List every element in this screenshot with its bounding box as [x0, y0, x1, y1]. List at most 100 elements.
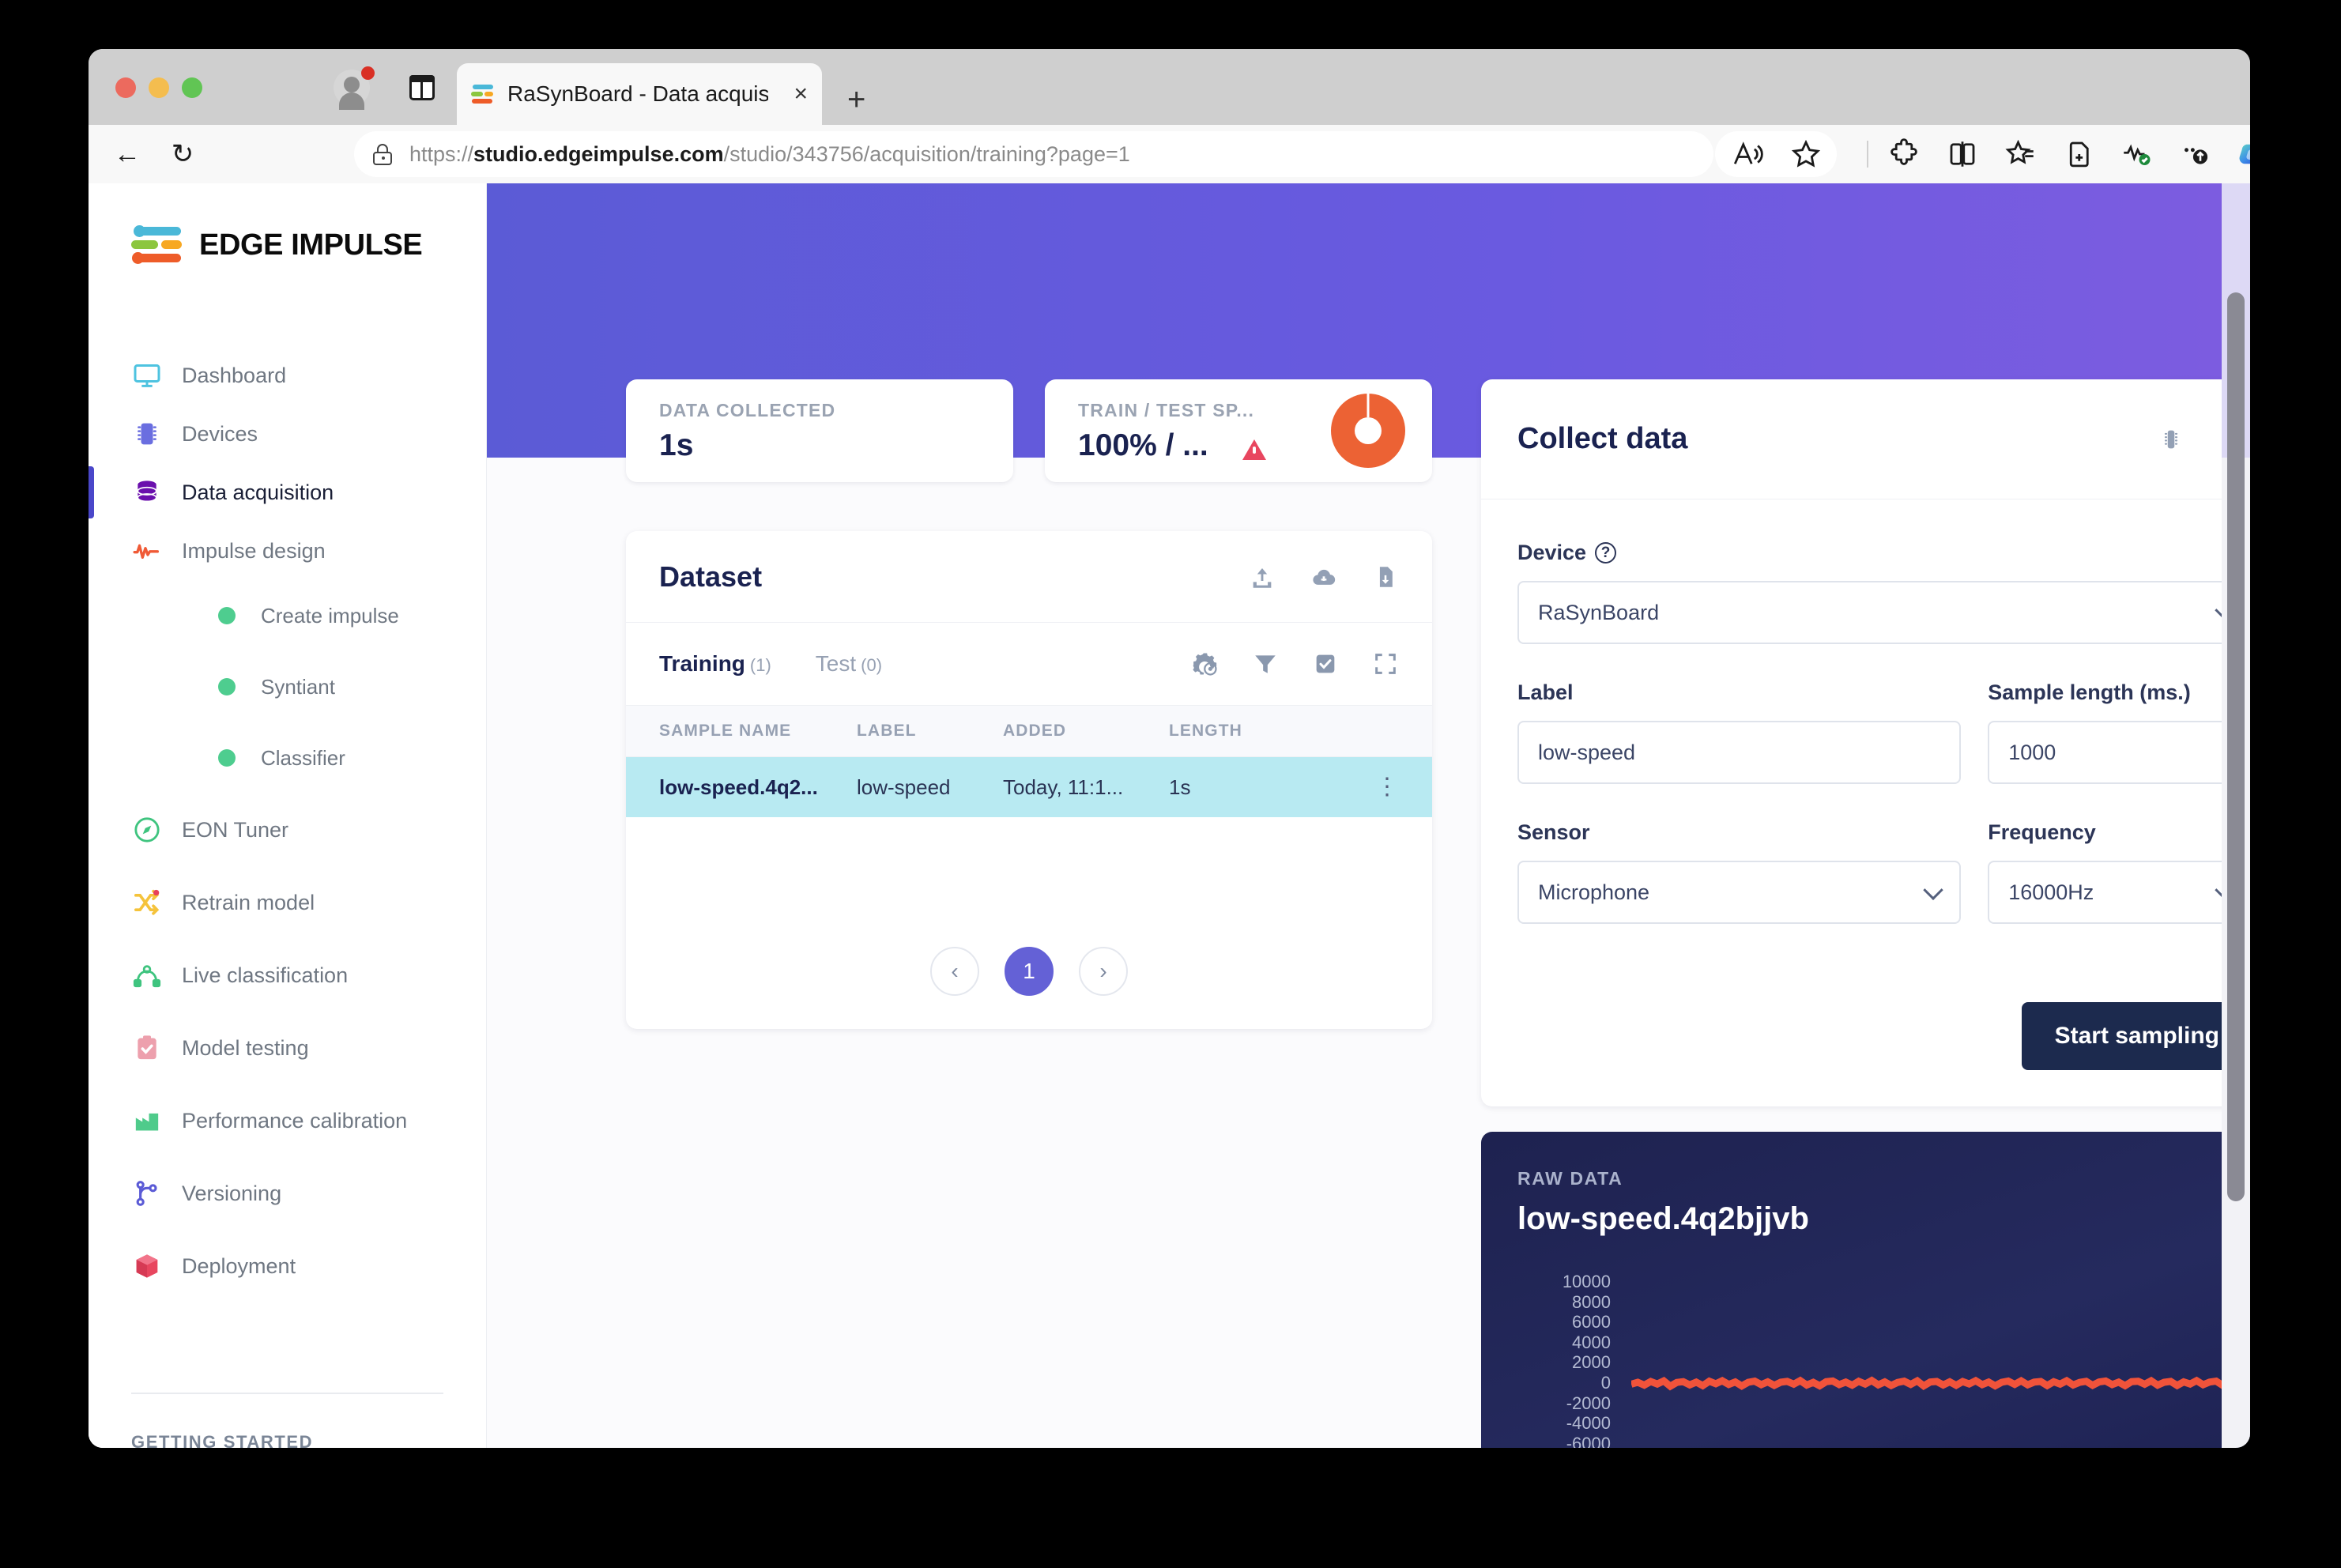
sidebar-item-performance-calibration[interactable]: Performance calibration	[89, 1084, 486, 1157]
tab-count: (0)	[861, 655, 883, 675]
frequency-select-value: 16000Hz	[2008, 880, 2094, 904]
cube-icon	[131, 1250, 163, 1282]
browser-address-bar: ← ↻ https://studio.edgeimpulse.com/studi…	[89, 125, 2250, 183]
cell-label: low-speed	[857, 775, 951, 799]
sidebar-item-eon-tuner[interactable]: EON Tuner	[89, 793, 486, 866]
sidebar-item-label: Create impulse	[261, 603, 399, 628]
start-sampling-button[interactable]: Start sampling	[2021, 1002, 2250, 1070]
clipboard-check-icon	[131, 1032, 163, 1064]
frequency-field-label: Frequency	[1988, 820, 2096, 844]
checkbox-icon[interactable]	[1312, 650, 1339, 677]
window-minimize-button[interactable]	[149, 77, 169, 98]
back-icon[interactable]: ←	[111, 139, 144, 170]
sidebar-item-devices[interactable]: Devices	[89, 405, 486, 463]
device-select[interactable]: RaSynBoard	[1517, 581, 2250, 644]
tab-actions-icon[interactable]	[409, 75, 435, 100]
device-field-label: Device ?	[1517, 541, 2250, 565]
tab-label: Training	[659, 651, 745, 676]
sidebar-item-label: Retrain model	[182, 890, 315, 914]
chip-icon[interactable]	[2158, 425, 2185, 454]
chart-series-line	[1631, 1381, 2250, 1386]
sidebar-item-live-classification[interactable]: Live classification	[89, 939, 486, 1012]
collect-data-header: Collect data	[1481, 379, 2250, 499]
page-scrollbar-thumb[interactable]	[2227, 292, 2245, 1201]
sample-length-input[interactable]: 1000	[1988, 721, 2250, 784]
settings-more-icon[interactable]	[2178, 138, 2211, 171]
warning-triangle-icon	[1242, 439, 1266, 460]
tab-training[interactable]: Training (1)	[659, 651, 771, 677]
column-header-length: LENGTH	[1169, 722, 1242, 740]
raw-data-eyebrow: RAW DATA	[1517, 1168, 1623, 1189]
new-tab-icon[interactable]: +	[847, 84, 865, 115]
label-input[interactable]: low-speed	[1517, 721, 1962, 784]
sidebar-item-model-testing[interactable]: Model testing	[89, 1012, 486, 1084]
window-close-button[interactable]	[115, 77, 136, 98]
sidebar-item-create-impulse[interactable]: Create impulse	[89, 580, 486, 651]
lock-icon	[373, 143, 392, 165]
sidebar-item-syntiant[interactable]: Syntiant	[89, 651, 486, 722]
window-maximize-button[interactable]	[182, 77, 202, 98]
cell-added: Today, 11:1...	[1003, 775, 1124, 799]
url-scheme: https://	[409, 141, 474, 166]
browser-tab-active[interactable]: RaSynBoard - Data acquisition ×	[457, 63, 822, 125]
y-tick-label: 10000	[1562, 1272, 1611, 1291]
pagination-next-button[interactable]: ›	[1079, 947, 1128, 996]
raw-data-card: RAW DATA low-speed.4q2bjjvb ⋮ 1000080006…	[1481, 1132, 2250, 1448]
cloud-upload-icon[interactable]	[1310, 563, 1337, 591]
page-viewport: EDGE IMPULSE Dashboard Devices Data acqu…	[89, 183, 2250, 1448]
help-icon[interactable]: ?	[1595, 542, 1617, 564]
nodes-icon	[131, 959, 163, 991]
filter-icon[interactable]	[1252, 650, 1279, 677]
sidebar-item-label: Dashboard	[182, 363, 287, 387]
sidebar-item-retrain-model[interactable]: Retrain model	[89, 866, 486, 939]
green-dot-icon	[218, 607, 236, 624]
upload-icon[interactable]	[1249, 563, 1276, 591]
sidebar-item-versioning[interactable]: Versioning	[89, 1157, 486, 1230]
table-row[interactable]: low-speed.4q2... low-speed Today, 11:1..…	[626, 757, 1432, 817]
sidebar-item-dashboard[interactable]: Dashboard	[89, 346, 486, 405]
column-header-added: ADDED	[1003, 722, 1067, 740]
url-input[interactable]: https://studio.edgeimpulse.com/studio/34…	[354, 131, 1713, 177]
row-menu-icon[interactable]: ⋮	[1375, 775, 1399, 799]
y-tick-label: -4000	[1566, 1413, 1611, 1434]
pagination-page-1[interactable]: 1	[1005, 947, 1054, 996]
favorite-star-icon[interactable]	[1789, 138, 1823, 171]
factory-icon	[131, 1105, 163, 1136]
file-download-icon[interactable]	[1372, 563, 1399, 591]
sidebar-item-label: Syntiant	[261, 674, 335, 699]
reload-icon[interactable]: ↻	[166, 138, 199, 170]
add-to-favorites-icon[interactable]	[2061, 138, 2094, 171]
chart-y-axis: 1000080006000400020000-2000-4000-6000-80…	[1500, 1272, 1611, 1448]
y-tick-label: -6000	[1566, 1433, 1611, 1448]
sidebar-item-label: Impulse design	[182, 538, 326, 563]
sidebar-item-impulse-design[interactable]: Impulse design	[89, 522, 486, 580]
sensor-select[interactable]: Microphone	[1517, 861, 1962, 924]
close-icon[interactable]: ×	[794, 82, 808, 106]
expand-icon[interactable]	[1372, 650, 1399, 677]
sidebar-item-data-acquisition[interactable]: Data acquisition	[89, 463, 486, 522]
edge-impulse-logo-icon	[131, 224, 185, 266]
settings-eye-icon[interactable]	[1192, 650, 1219, 677]
sidebar-item-label: Versioning	[182, 1181, 282, 1205]
green-dot-icon	[218, 749, 236, 767]
brand-logo[interactable]: EDGE IMPULSE	[131, 224, 423, 266]
cell-sample-name: low-speed.4q2...	[659, 775, 818, 799]
sidebar-item-classifier[interactable]: Classifier	[89, 722, 486, 793]
copilot-icon[interactable]	[2237, 138, 2250, 171]
extensions-icon[interactable]	[1887, 138, 1921, 171]
split-screen-icon[interactable]	[1946, 138, 1979, 171]
tab-test[interactable]: Test (0)	[816, 651, 882, 677]
collections-icon[interactable]	[2004, 138, 2038, 171]
frequency-select[interactable]: 16000Hz	[1988, 861, 2250, 924]
page-scrollbar-track[interactable]	[2222, 183, 2250, 1448]
pagination-prev-button[interactable]: ‹	[930, 947, 979, 996]
edge-impulse-logo-icon	[471, 84, 495, 104]
read-aloud-icon[interactable]	[1731, 138, 1764, 171]
y-tick-label: 0	[1600, 1373, 1611, 1393]
collect-data-card: Collect data Device ? RaSynBoard Label l…	[1481, 379, 2250, 1106]
green-dot-icon	[218, 678, 236, 695]
sidebar-item-label: Classifier	[261, 745, 345, 770]
sidebar-item-deployment[interactable]: Deployment	[89, 1230, 486, 1302]
stat-value: 100% / ...	[1078, 428, 1208, 462]
browser-essentials-icon[interactable]	[2120, 138, 2153, 171]
